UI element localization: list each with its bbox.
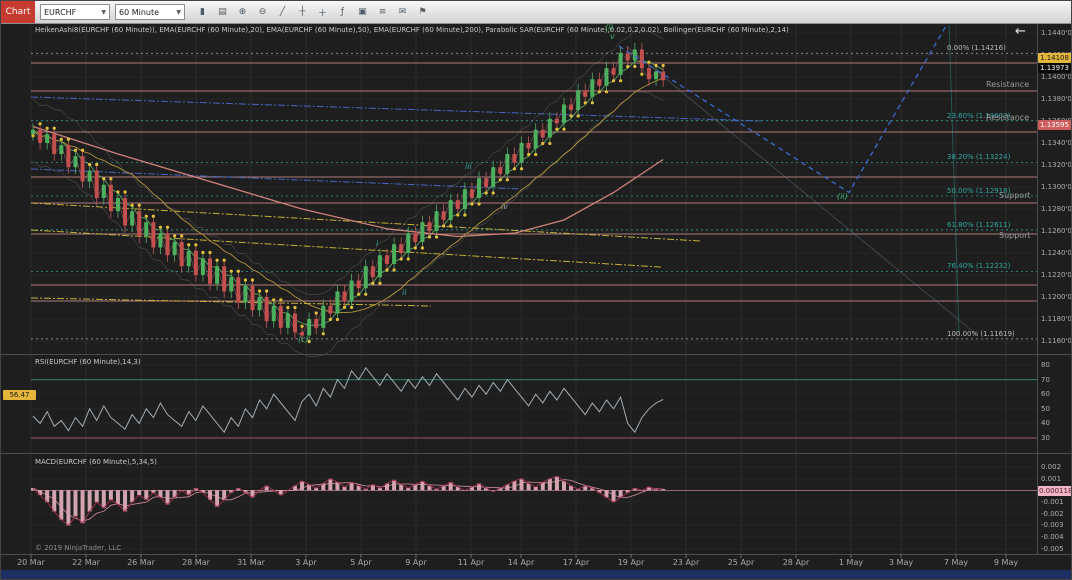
tab-chart[interactable]: Chart (1, 1, 35, 23)
chart-toolbar: Chart EURCHF ▼ 60 Minute ▼ ▮▤⊕⊖╱┼＋ƒ▣≡✉⚑ (1, 1, 1071, 24)
instrument-value: EURCHF (44, 8, 76, 17)
chart-type-icon[interactable]: ▤ (213, 3, 232, 22)
snapshot-icon[interactable]: ▣ (353, 3, 372, 22)
ninjatrader-chart-window: Chart EURCHF ▼ 60 Minute ▼ ▮▤⊕⊖╱┼＋ƒ▣≡✉⚑ … (0, 0, 1072, 580)
toolbar-icon-group: ▮▤⊕⊖╱┼＋ƒ▣≡✉⚑ (193, 3, 432, 22)
chevron-down-icon: ▼ (101, 9, 106, 16)
interval-select[interactable]: 60 Minute ▼ (115, 4, 185, 20)
zoom-out-icon[interactable]: ⊖ (253, 3, 272, 22)
add-indicator-icon[interactable]: ＋ (313, 3, 332, 22)
flag-icon[interactable]: ⚑ (413, 3, 432, 22)
chart-style-icon[interactable]: ▮ (193, 3, 212, 22)
print-icon[interactable]: ≡ (373, 3, 392, 22)
crosshair-icon[interactable]: ┼ (293, 3, 312, 22)
instrument-select[interactable]: EURCHF ▼ (40, 4, 110, 20)
interval-value: 60 Minute (119, 8, 159, 17)
mail-icon[interactable]: ✉ (393, 3, 412, 22)
chart-canvas[interactable] (1, 1, 1072, 580)
zoom-in-icon[interactable]: ⊕ (233, 3, 252, 22)
bottom-scroll-strip[interactable] (1, 570, 1071, 579)
function-icon[interactable]: ƒ (333, 3, 352, 22)
draw-tool-icon[interactable]: ╱ (273, 3, 292, 22)
back-arrow-icon[interactable]: ← (1015, 24, 1026, 39)
chevron-down-icon: ▼ (176, 9, 181, 16)
